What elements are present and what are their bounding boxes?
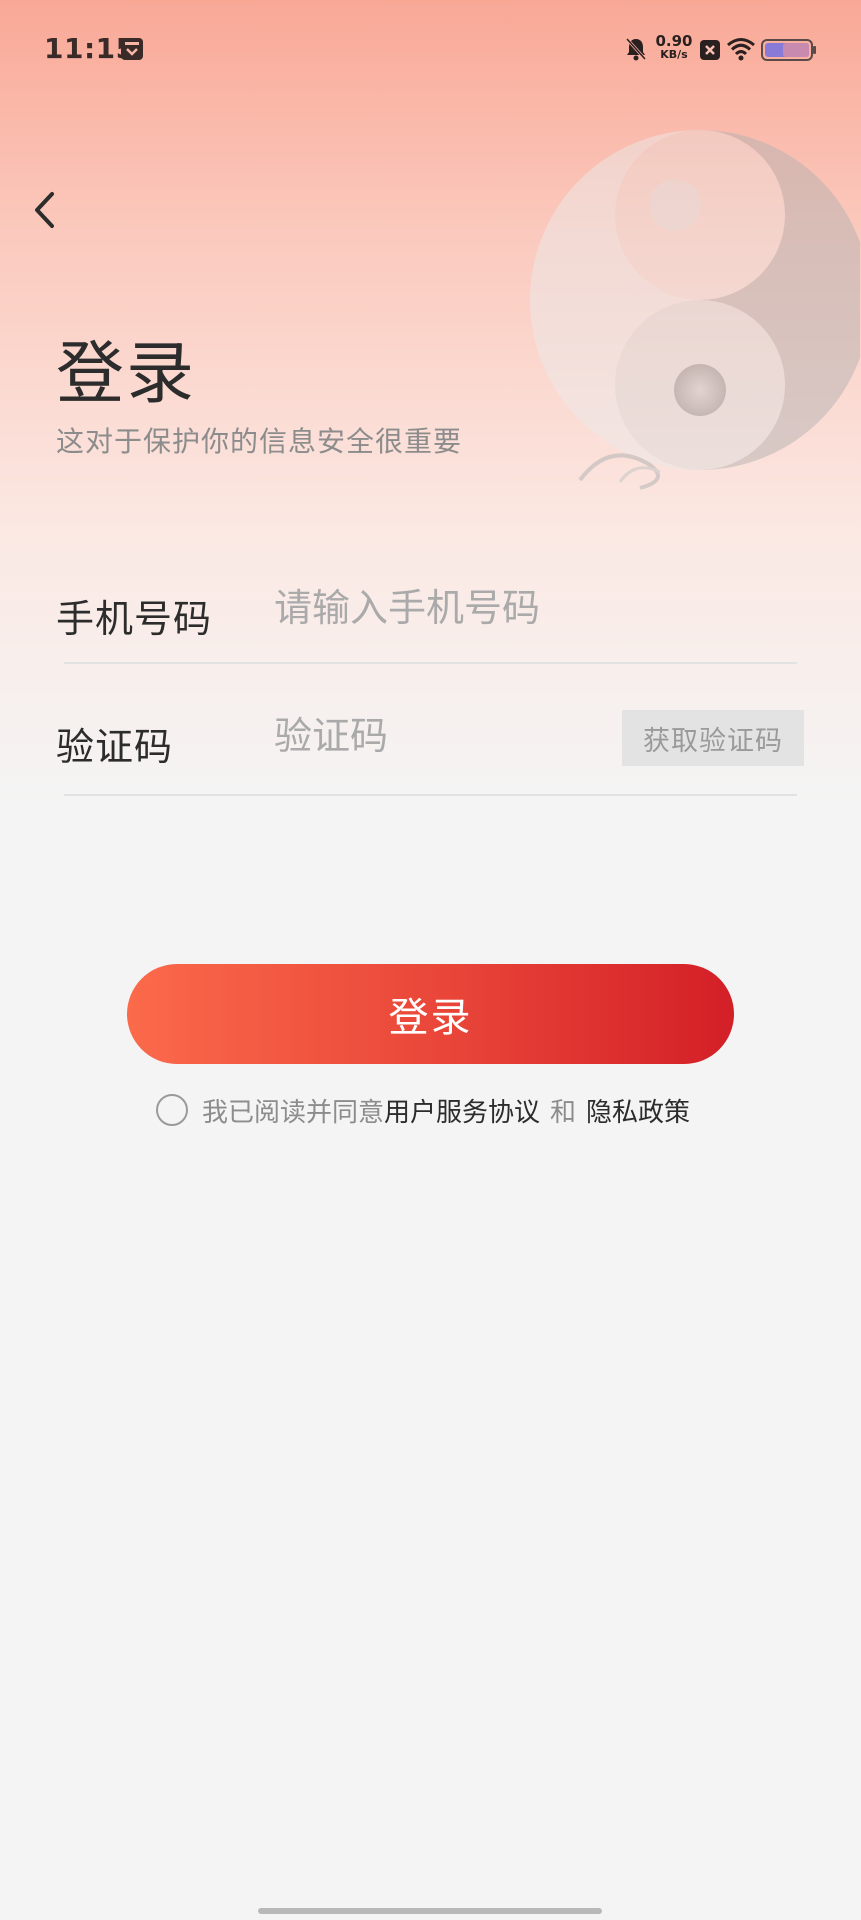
code-input[interactable] [274,714,604,758]
agreement-checkbox[interactable] [156,1094,188,1126]
status-bar: 11:15 0.90 KB/s [0,0,861,100]
wifi-icon [727,38,755,61]
network-speed: 0.90 KB/s [654,34,694,62]
network-speed-unit: KB/s [660,48,688,61]
x-icon [700,40,720,60]
agreement-prefix: 我已阅读并同意 [202,1097,385,1128]
calendar-icon [121,38,143,60]
agreement-row: 我已阅读并同意 用户服务协议 和 隐私政策 [156,1090,690,1130]
phone-field-row: 手机号码 [56,574,797,664]
chevron-left-icon [35,192,54,228]
page-title: 登录 [56,335,197,414]
yin-yang-decoration [530,130,860,490]
code-divider [64,794,797,796]
get-code-button[interactable]: 获取验证码 [622,710,804,766]
login-button[interactable]: 登录 [127,964,734,1064]
phone-input[interactable] [274,586,634,630]
agreement-and: 和 [550,1097,577,1128]
back-button[interactable] [24,186,64,234]
bell-muted-icon [625,37,647,61]
page-subtitle: 这对于保护你的信息安全很重要 [56,425,463,458]
terms-link[interactable]: 用户服务协议 [384,1092,540,1129]
network-speed-value: 0.90 [655,32,693,50]
phone-label: 手机号码 [56,597,213,641]
home-indicator[interactable] [258,1908,602,1914]
battery-icon [761,39,816,61]
phone-divider [64,662,797,664]
code-label: 验证码 [56,725,174,769]
privacy-link[interactable]: 隐私政策 [586,1092,690,1129]
